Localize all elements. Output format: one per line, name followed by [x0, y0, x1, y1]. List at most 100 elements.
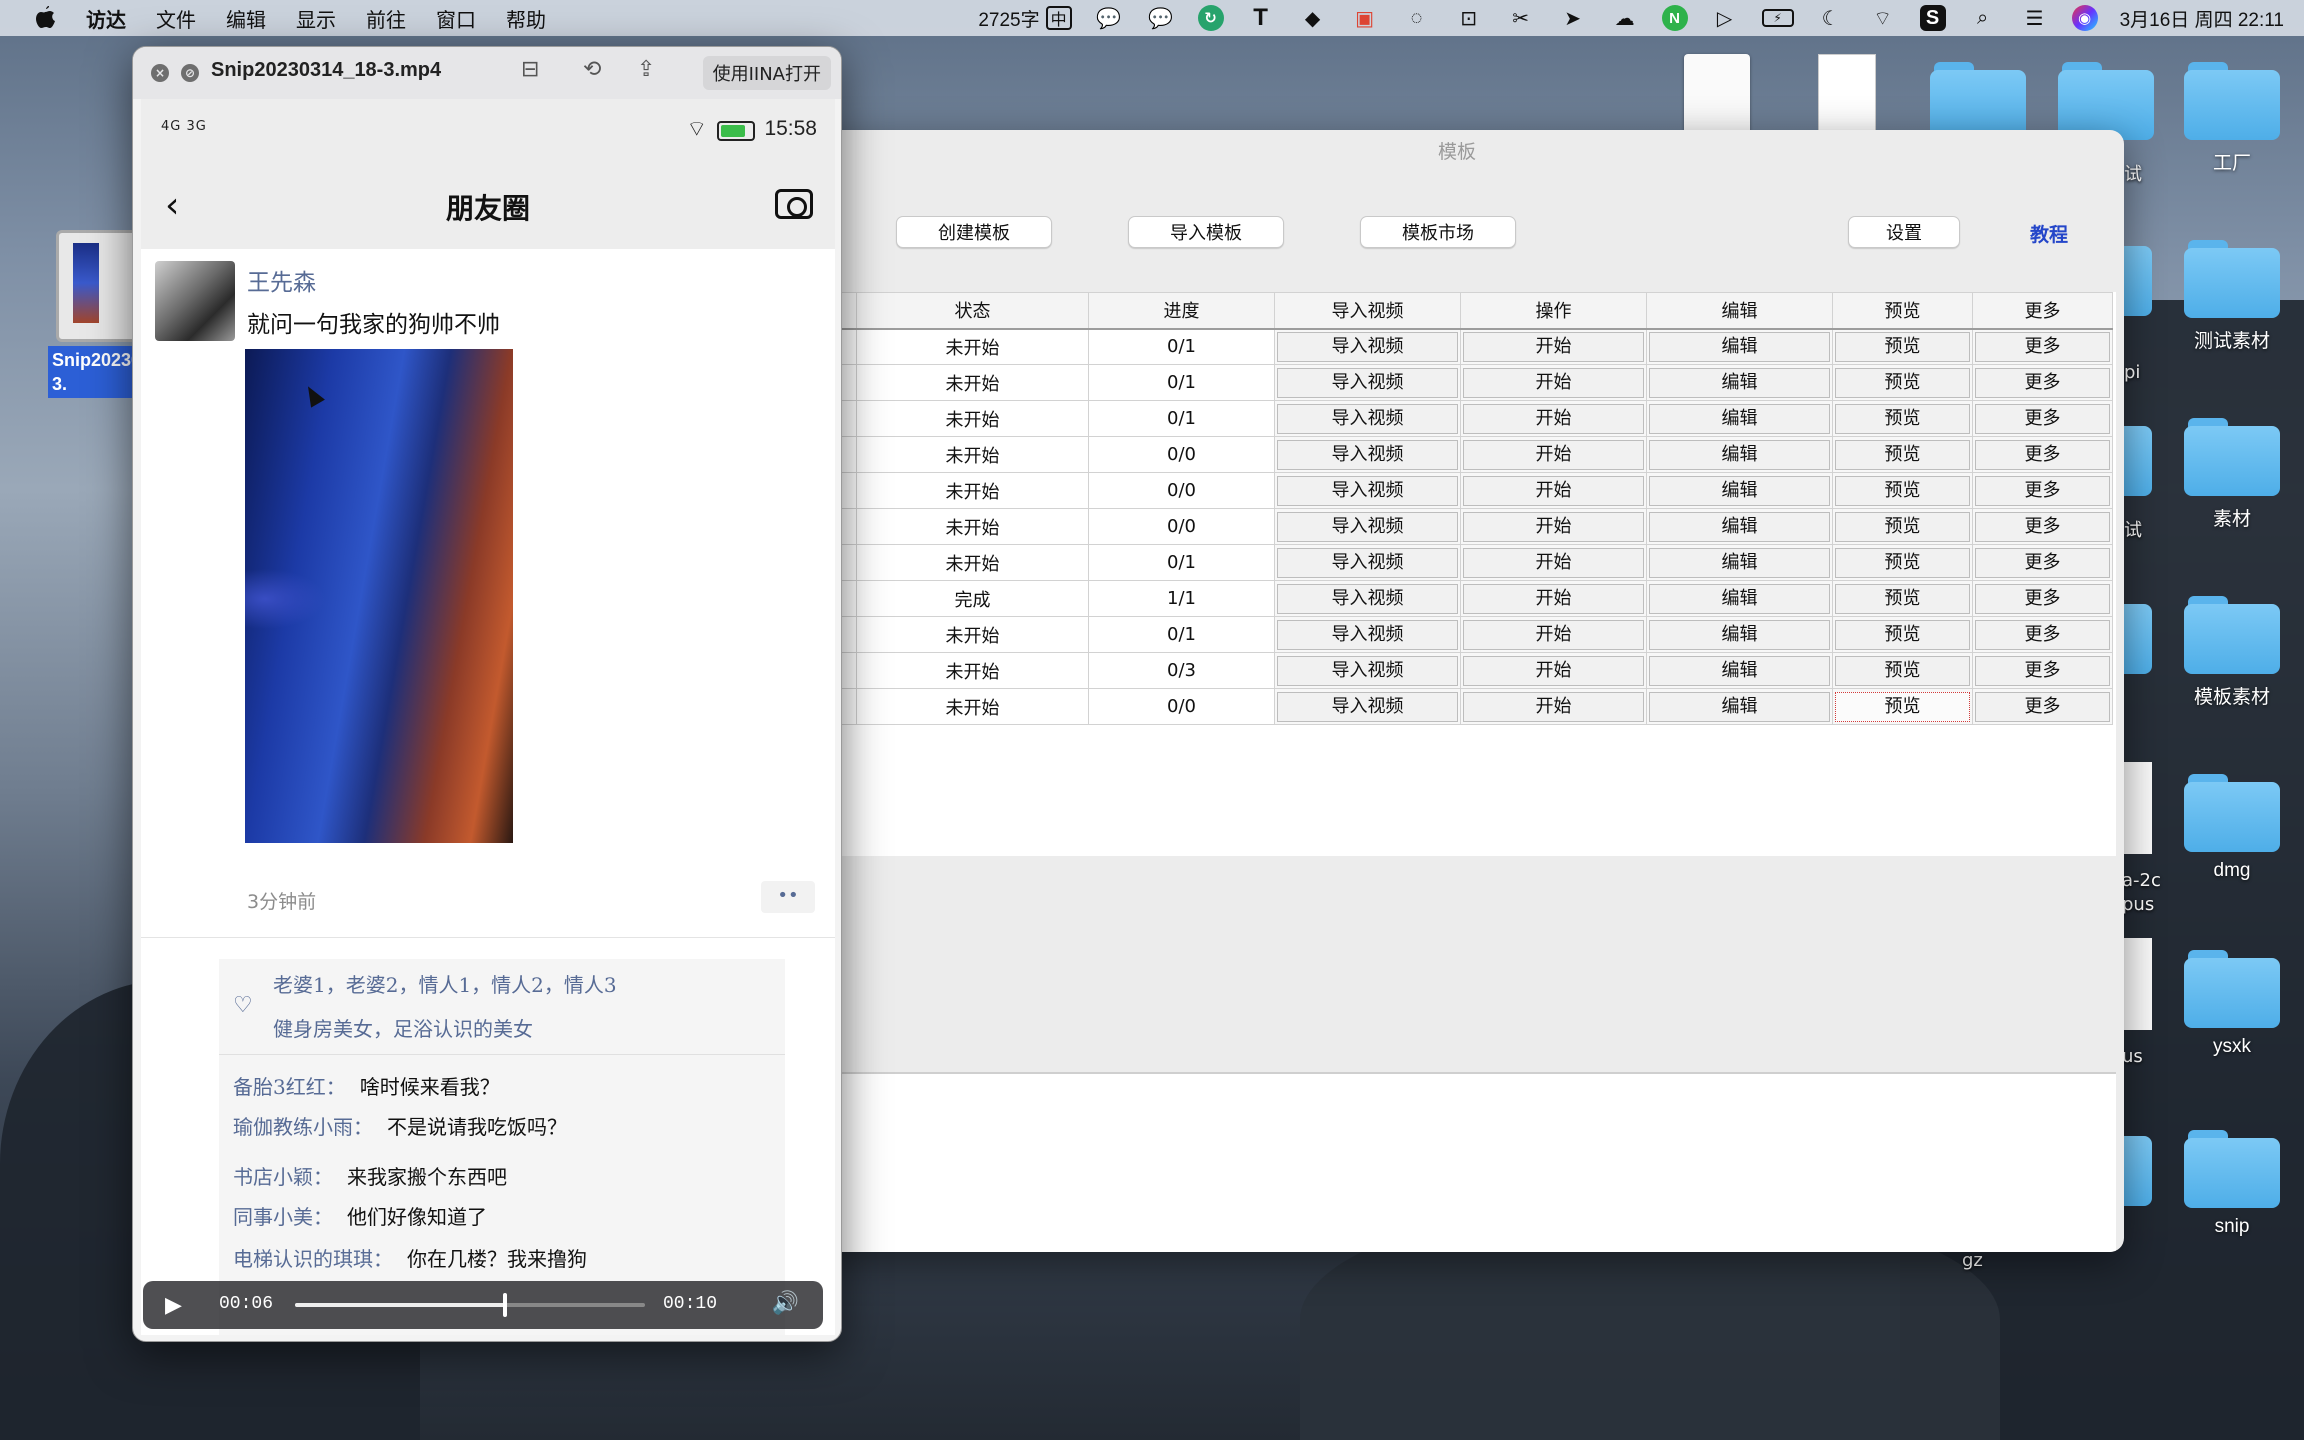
more-button[interactable]: 更多 [1972, 400, 2113, 437]
create-template-button[interactable]: 创建模板 [896, 216, 1052, 248]
column-header-more[interactable]: 更多 [1972, 292, 2113, 330]
import-video-button[interactable]: 导入视频 [1274, 472, 1461, 509]
sync-icon[interactable]: ↻ [1197, 5, 1224, 31]
seek-bar[interactable] [295, 1293, 645, 1317]
start-button[interactable]: 开始 [1460, 472, 1647, 509]
chat-bubble-icon[interactable]: ◌ [1402, 5, 1432, 31]
desktop-folder-partial[interactable] [2120, 426, 2152, 496]
moon-icon[interactable]: ☾ [1816, 5, 1846, 31]
document-file-icon[interactable] [1818, 54, 1876, 134]
settings-button[interactable]: 设置 [1848, 216, 1960, 248]
edit-button[interactable]: 编辑 [1646, 400, 1833, 437]
wifi-icon[interactable]: ⌔ [1868, 5, 1898, 31]
edit-button[interactable]: 编辑 [1646, 328, 1833, 365]
import-video-button[interactable]: 导入视频 [1274, 400, 1461, 437]
word-count[interactable]: 2725字 [978, 5, 1039, 32]
import-video-button[interactable]: 导入视频 [1274, 616, 1461, 653]
tutorial-link[interactable]: 教程 [2030, 220, 2068, 247]
video-file-thumbnail[interactable] [56, 230, 142, 342]
preview-button[interactable]: 预览 [1832, 544, 1973, 581]
more-button[interactable]: 更多 [1972, 652, 2113, 689]
edit-button[interactable]: 编辑 [1646, 616, 1833, 653]
preview-button[interactable]: 预览 [1832, 580, 1973, 617]
zip-file-icon[interactable] [1684, 54, 1750, 134]
input-method-icon[interactable]: 中 [1045, 6, 1072, 30]
edit-button[interactable]: 编辑 [1646, 508, 1833, 545]
battery-icon[interactable]: ⚡ [1761, 9, 1794, 27]
preview-button[interactable]: 预览 [1832, 508, 1973, 545]
desktop-folder-partial[interactable] [2120, 604, 2152, 674]
wechat-work-icon[interactable]: 💬 [1146, 5, 1176, 31]
desktop-folder-material[interactable]: 素材 [2172, 418, 2292, 531]
menu-item-edit[interactable]: 编辑 [226, 4, 266, 33]
menu-item-view[interactable]: 显示 [296, 4, 336, 33]
start-button[interactable]: 开始 [1460, 544, 1647, 581]
edit-button[interactable]: 编辑 [1646, 436, 1833, 473]
scissors-icon[interactable]: ✂ [1506, 5, 1536, 31]
search-icon[interactable]: ⌕ [1968, 5, 1998, 31]
seek-handle[interactable] [503, 1293, 507, 1317]
column-header-import-video[interactable]: 导入视频 [1274, 292, 1461, 330]
cloud-icon[interactable]: ☁ [1610, 5, 1640, 31]
play-circle-icon[interactable]: ▷ [1710, 5, 1740, 31]
apple-icon[interactable] [30, 3, 60, 33]
preview-button[interactable]: 预览 [1832, 616, 1973, 653]
desktop-folder-factory[interactable]: 工厂 [2172, 62, 2292, 175]
start-button[interactable]: 开始 [1460, 436, 1647, 473]
desktop-folder-ysxk[interactable]: ysxk [2172, 950, 2292, 1058]
start-button[interactable]: 开始 [1460, 652, 1647, 689]
desktop-file-partial[interactable] [2120, 938, 2152, 1030]
import-video-button[interactable]: 导入视频 [1274, 580, 1461, 617]
edit-button[interactable]: 编辑 [1646, 544, 1833, 581]
preview-button[interactable]: 预览 [1832, 364, 1973, 401]
desktop-folder-partial[interactable] [1930, 62, 2026, 140]
more-button[interactable]: 更多 [1972, 580, 2113, 617]
import-template-button[interactable]: 导入模板 [1128, 216, 1284, 248]
import-video-button[interactable]: 导入视频 [1274, 364, 1461, 401]
start-button[interactable]: 开始 [1460, 400, 1647, 437]
desktop-folder-partial[interactable] [2058, 62, 2154, 140]
menu-item-file[interactable]: 文件 [156, 4, 196, 33]
column-header-operation[interactable]: 操作 [1460, 292, 1647, 330]
import-video-button[interactable]: 导入视频 [1274, 328, 1461, 365]
preview-button[interactable]: 预览 [1832, 688, 1973, 725]
rotate-icon[interactable]: ⟲ [583, 57, 601, 82]
more-button[interactable]: 更多 [1972, 616, 2113, 653]
play-icon[interactable]: ▶ [165, 1293, 182, 1318]
start-button[interactable]: 开始 [1460, 364, 1647, 401]
start-button[interactable]: 开始 [1460, 580, 1647, 617]
menu-item-go[interactable]: 前往 [366, 4, 406, 33]
notion-icon[interactable]: N [1661, 5, 1688, 31]
more-button[interactable]: 更多 [1972, 328, 2113, 365]
screenshot-tool-icon[interactable]: ▣ [1350, 5, 1380, 31]
screen-record-icon[interactable]: ⊡ [1454, 5, 1484, 31]
trim-icon[interactable]: ⊟ [521, 57, 539, 82]
evernote-icon[interactable]: ◆ [1298, 5, 1328, 31]
stop-icon[interactable]: ⊘ [181, 64, 199, 82]
wechat-icon[interactable]: 💬 [1094, 5, 1124, 31]
desktop-folder-snip[interactable]: snip [2172, 1130, 2292, 1238]
menu-item-help[interactable]: 帮助 [506, 4, 546, 33]
more-button[interactable]: 更多 [1972, 436, 2113, 473]
preview-button[interactable]: 预览 [1832, 328, 1973, 365]
edit-button[interactable]: 编辑 [1646, 688, 1833, 725]
open-with-iina-button[interactable]: 使用IINA打开 [702, 56, 831, 90]
menu-item-window[interactable]: 窗口 [436, 4, 476, 33]
more-button[interactable]: 更多 [1972, 364, 2113, 401]
desktop-folder-dmg[interactable]: dmg [2172, 774, 2292, 882]
import-video-button[interactable]: 导入视频 [1274, 544, 1461, 581]
selected-file-label[interactable]: Snip20230314_18-3. [48, 346, 207, 398]
edit-button[interactable]: 编辑 [1646, 652, 1833, 689]
column-header-edit[interactable]: 编辑 [1646, 292, 1833, 330]
more-button[interactable]: 更多 [1972, 508, 2113, 545]
share-icon[interactable]: ⇪ [637, 57, 655, 82]
more-button[interactable]: 更多 [1972, 544, 2113, 581]
desktop-folder-partial[interactable] [2120, 1136, 2152, 1206]
edit-button[interactable]: 编辑 [1646, 364, 1833, 401]
close-icon[interactable]: × [151, 64, 169, 82]
desktop-folder-template-material[interactable]: 模板素材 [2172, 596, 2292, 709]
preview-button[interactable]: 预览 [1832, 400, 1973, 437]
send-icon[interactable]: ➤ [1558, 5, 1588, 31]
text-tool-icon[interactable]: T [1246, 4, 1276, 31]
menu-item-finder[interactable]: 访达 [86, 4, 126, 33]
